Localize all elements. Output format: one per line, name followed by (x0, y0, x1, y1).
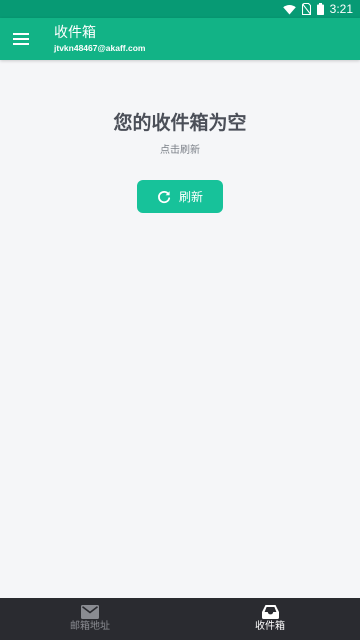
app-bar: 收件箱 jtvkn48467@akaff.com (0, 18, 360, 60)
hamburger-menu-icon (13, 30, 29, 49)
app-bar-title-block: 收件箱 jtvkn48467@akaff.com (54, 24, 145, 54)
page-title: 收件箱 (54, 25, 96, 41)
empty-state-hint: 点击刷新 (160, 145, 200, 156)
refresh-button[interactable]: 刷新 (137, 180, 223, 213)
email-address: jtvkn48467@akaff.com (54, 43, 146, 53)
nav-item-label: 邮箱地址 (70, 621, 110, 632)
status-time: 3:21 (329, 2, 353, 16)
no-sim-icon (301, 3, 311, 15)
empty-state-title: 您的收件箱为空 (113, 112, 247, 134)
nav-item-label: 收件箱 (255, 621, 285, 632)
empty-state: 您的收件箱为空 点击刷新 刷新 (0, 110, 360, 213)
inbox-icon (261, 605, 279, 619)
refresh-button-label: 刷新 (178, 190, 203, 204)
status-bar: 3:21 (0, 0, 360, 18)
battery-icon (316, 3, 324, 15)
mail-icon (81, 605, 99, 619)
nav-item-email-address[interactable]: 邮箱地址 (0, 598, 180, 640)
bottom-nav: 邮箱地址 收件箱 (0, 598, 360, 640)
wifi-icon (282, 4, 296, 15)
nav-item-inbox[interactable]: 收件箱 (180, 598, 360, 640)
menu-button[interactable] (0, 18, 42, 60)
refresh-icon (157, 190, 171, 204)
status-icons (282, 3, 324, 15)
